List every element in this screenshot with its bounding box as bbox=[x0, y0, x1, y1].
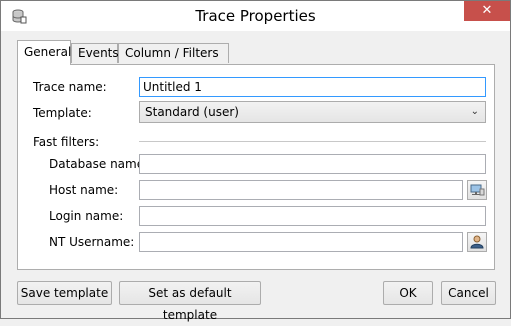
window-title: Trace Properties bbox=[195, 7, 316, 25]
fast-filters-label: Fast filters: bbox=[33, 135, 100, 149]
tab-events[interactable]: Events bbox=[71, 43, 119, 63]
cancel-button[interactable]: Cancel bbox=[441, 281, 496, 305]
host-name-label: Host name: bbox=[49, 183, 119, 197]
chevron-down-icon: ⌄ bbox=[470, 106, 479, 117]
ok-button[interactable]: OK bbox=[383, 281, 433, 305]
template-select-value: Standard (user) bbox=[145, 105, 239, 119]
nt-username-label: NT Username: bbox=[49, 235, 135, 249]
nt-username-field[interactable] bbox=[139, 232, 463, 252]
divider bbox=[139, 141, 486, 142]
set-default-template-button[interactable]: Set as default template bbox=[119, 281, 261, 322]
tab-column-filters[interactable]: Column / Filters bbox=[118, 43, 229, 63]
general-panel: Trace name: Untitled 1 Template: Standar… bbox=[17, 64, 495, 270]
title-bar: Trace Properties ✕ bbox=[1, 1, 510, 31]
browse-user-button[interactable] bbox=[467, 232, 487, 252]
database-name-label: Database name: bbox=[49, 157, 149, 171]
trace-name-field[interactable]: Untitled 1 bbox=[139, 77, 486, 97]
save-template-button[interactable]: Save template bbox=[17, 281, 112, 305]
host-name-field[interactable] bbox=[139, 180, 463, 200]
login-name-field[interactable] bbox=[139, 206, 486, 226]
template-label: Template: bbox=[33, 106, 92, 120]
tab-general[interactable]: General bbox=[17, 40, 71, 65]
trace-properties-dialog: Trace Properties ✕ General Events Column… bbox=[0, 0, 511, 322]
browse-host-button[interactable] bbox=[467, 180, 487, 200]
close-button[interactable]: ✕ bbox=[464, 1, 510, 21]
trace-name-label: Trace name: bbox=[33, 80, 107, 94]
template-select[interactable]: Standard (user) ⌄ bbox=[139, 101, 486, 123]
computer-icon bbox=[470, 184, 485, 196]
database-name-field[interactable] bbox=[139, 154, 486, 174]
login-name-label: Login name: bbox=[49, 209, 124, 223]
user-icon bbox=[470, 235, 484, 249]
